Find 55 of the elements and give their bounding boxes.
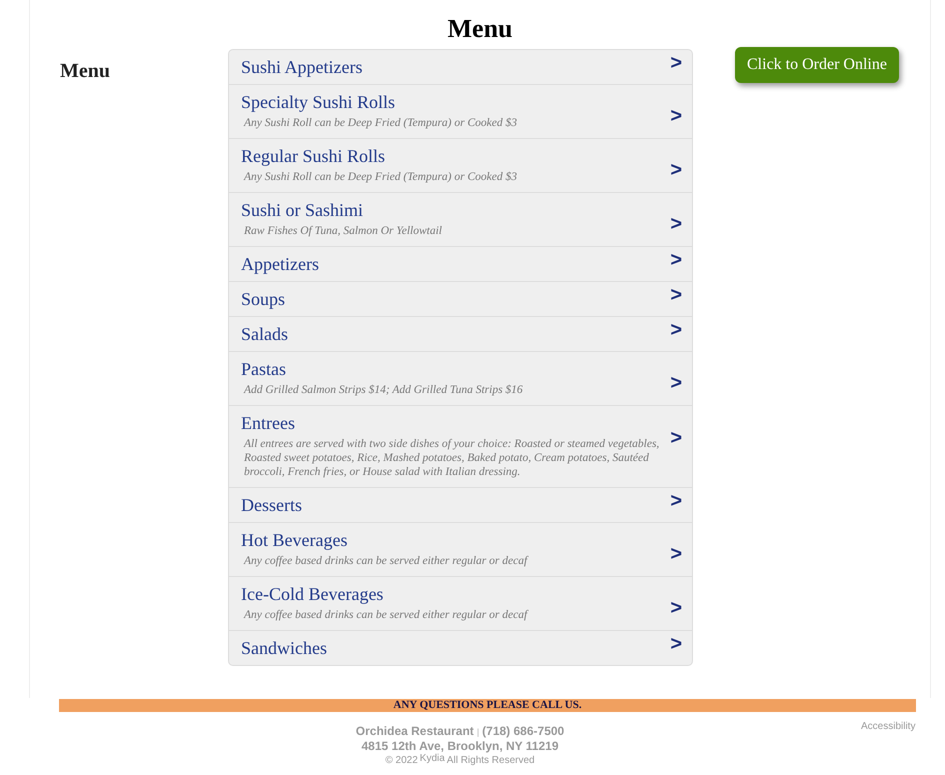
category-name: Regular Sushi Rolls (241, 145, 386, 167)
category-name: Specialty Sushi Rolls (241, 91, 396, 113)
menu-category[interactable]: Appetizers > (229, 246, 692, 281)
chevron-text: > (670, 319, 682, 342)
category-name: Hot Beverages (241, 529, 348, 551)
separator-text: | (476, 726, 480, 739)
menu-category[interactable]: Regular Sushi Rolls Any Sushi Roll can be Deep Fried (Tempura) or Cooked $3 > (229, 138, 692, 192)
menu-category[interactable]: Salads > (229, 316, 692, 351)
category-note: Add Grilled Salmon Strips $14; Add Grilled Tuna Strips $16 (244, 383, 524, 397)
category-name: Appetizers (241, 253, 320, 275)
page-title: Menu (446, 13, 514, 45)
order-online-button[interactable]: Click to Order Online (735, 47, 899, 83)
address-text: 4815 12th Ave, Brooklyn, NY 11219 (362, 739, 558, 753)
category-note: Raw Fishes Of Tuna, Salmon Or Yellowtail (244, 224, 443, 238)
category-note: Any coffee based drinks can be served either regular or decaf (244, 608, 530, 622)
chevron-text: > (670, 213, 682, 236)
rights-text: All Rights Reserved (446, 754, 535, 768)
category-note: Any Sushi Roll can be Deep Fried (Tempura) or Cooked $3 (244, 170, 518, 184)
category-name: Desserts (241, 494, 303, 516)
menu-category[interactable]: Specialty Sushi Rolls Any Sushi Roll can be Deep Fried (Tempura) or Cooked $3 > (229, 84, 692, 138)
category-name: Salads (241, 323, 289, 345)
copyright-text: © 2022 (385, 754, 418, 768)
call-us-banner: ANY QUESTIONS PLEASE CALL US. (59, 699, 916, 712)
category-name: Pastas (241, 358, 287, 380)
menu-category[interactable]: Desserts > (229, 487, 692, 522)
category-name: Soups (241, 288, 286, 310)
menu-heading: Menu (60, 59, 111, 84)
menu-category[interactable]: Sushi or Sashimi Raw Fishes Of Tuna, Salmon Or Yellowtail > (229, 192, 692, 246)
category-name: Sandwiches (241, 637, 328, 659)
chevron-text: > (670, 372, 682, 395)
category-note: Any coffee based drinks can be served either regular or decaf (244, 554, 530, 568)
chevron-text: > (670, 597, 682, 620)
chevron-text: > (670, 633, 682, 656)
chevron-text: > (670, 52, 682, 75)
phone-number: (718) 686-7500 (482, 724, 564, 738)
category-name: Ice-Cold Beverages (241, 583, 384, 605)
menu-category[interactable]: Soups > (229, 281, 692, 316)
category-name: Sushi Appetizers (241, 56, 364, 78)
menu-category[interactable]: Sandwiches > (229, 630, 692, 665)
menu-category[interactable]: Pastas Add Grilled Salmon Strips $14; Add Grilled Tuna Strips $16 > (229, 351, 692, 405)
chevron-text: > (670, 427, 682, 450)
menu-category[interactable]: Ice-Cold Beverages Any coffee based drinks can be served either regular or decaf > (229, 576, 692, 630)
category-note: All entrees are served with two side dishes of your choice: Roasted or steamed vegetables, Roasted sweet potatoes, Rice, Mashed potatoes, Baked potato, Cream potatoes, Sautéed broccoli, French fries, or House salad with Italian dressing. (244, 437, 660, 479)
chevron-text: > (670, 284, 682, 307)
category-name: Sushi or Sashimi (241, 199, 364, 221)
chevron-text: > (670, 159, 682, 182)
chevron-text: > (670, 490, 682, 513)
menu-category[interactable]: Sushi Appetizers > (229, 50, 692, 84)
chevron-text: > (670, 105, 682, 128)
chevron-text: > (670, 249, 682, 272)
category-name: Entrees (241, 412, 296, 434)
restaurant-name: Orchidea Restaurant (356, 724, 474, 738)
menu-category[interactable]: Hot Beverages Any coffee based drinks can be served either regular or decaf > (229, 522, 692, 576)
category-note: Any Sushi Roll can be Deep Fried (Tempura) or Cooked $3 (244, 116, 518, 130)
chevron-text: > (670, 543, 682, 566)
